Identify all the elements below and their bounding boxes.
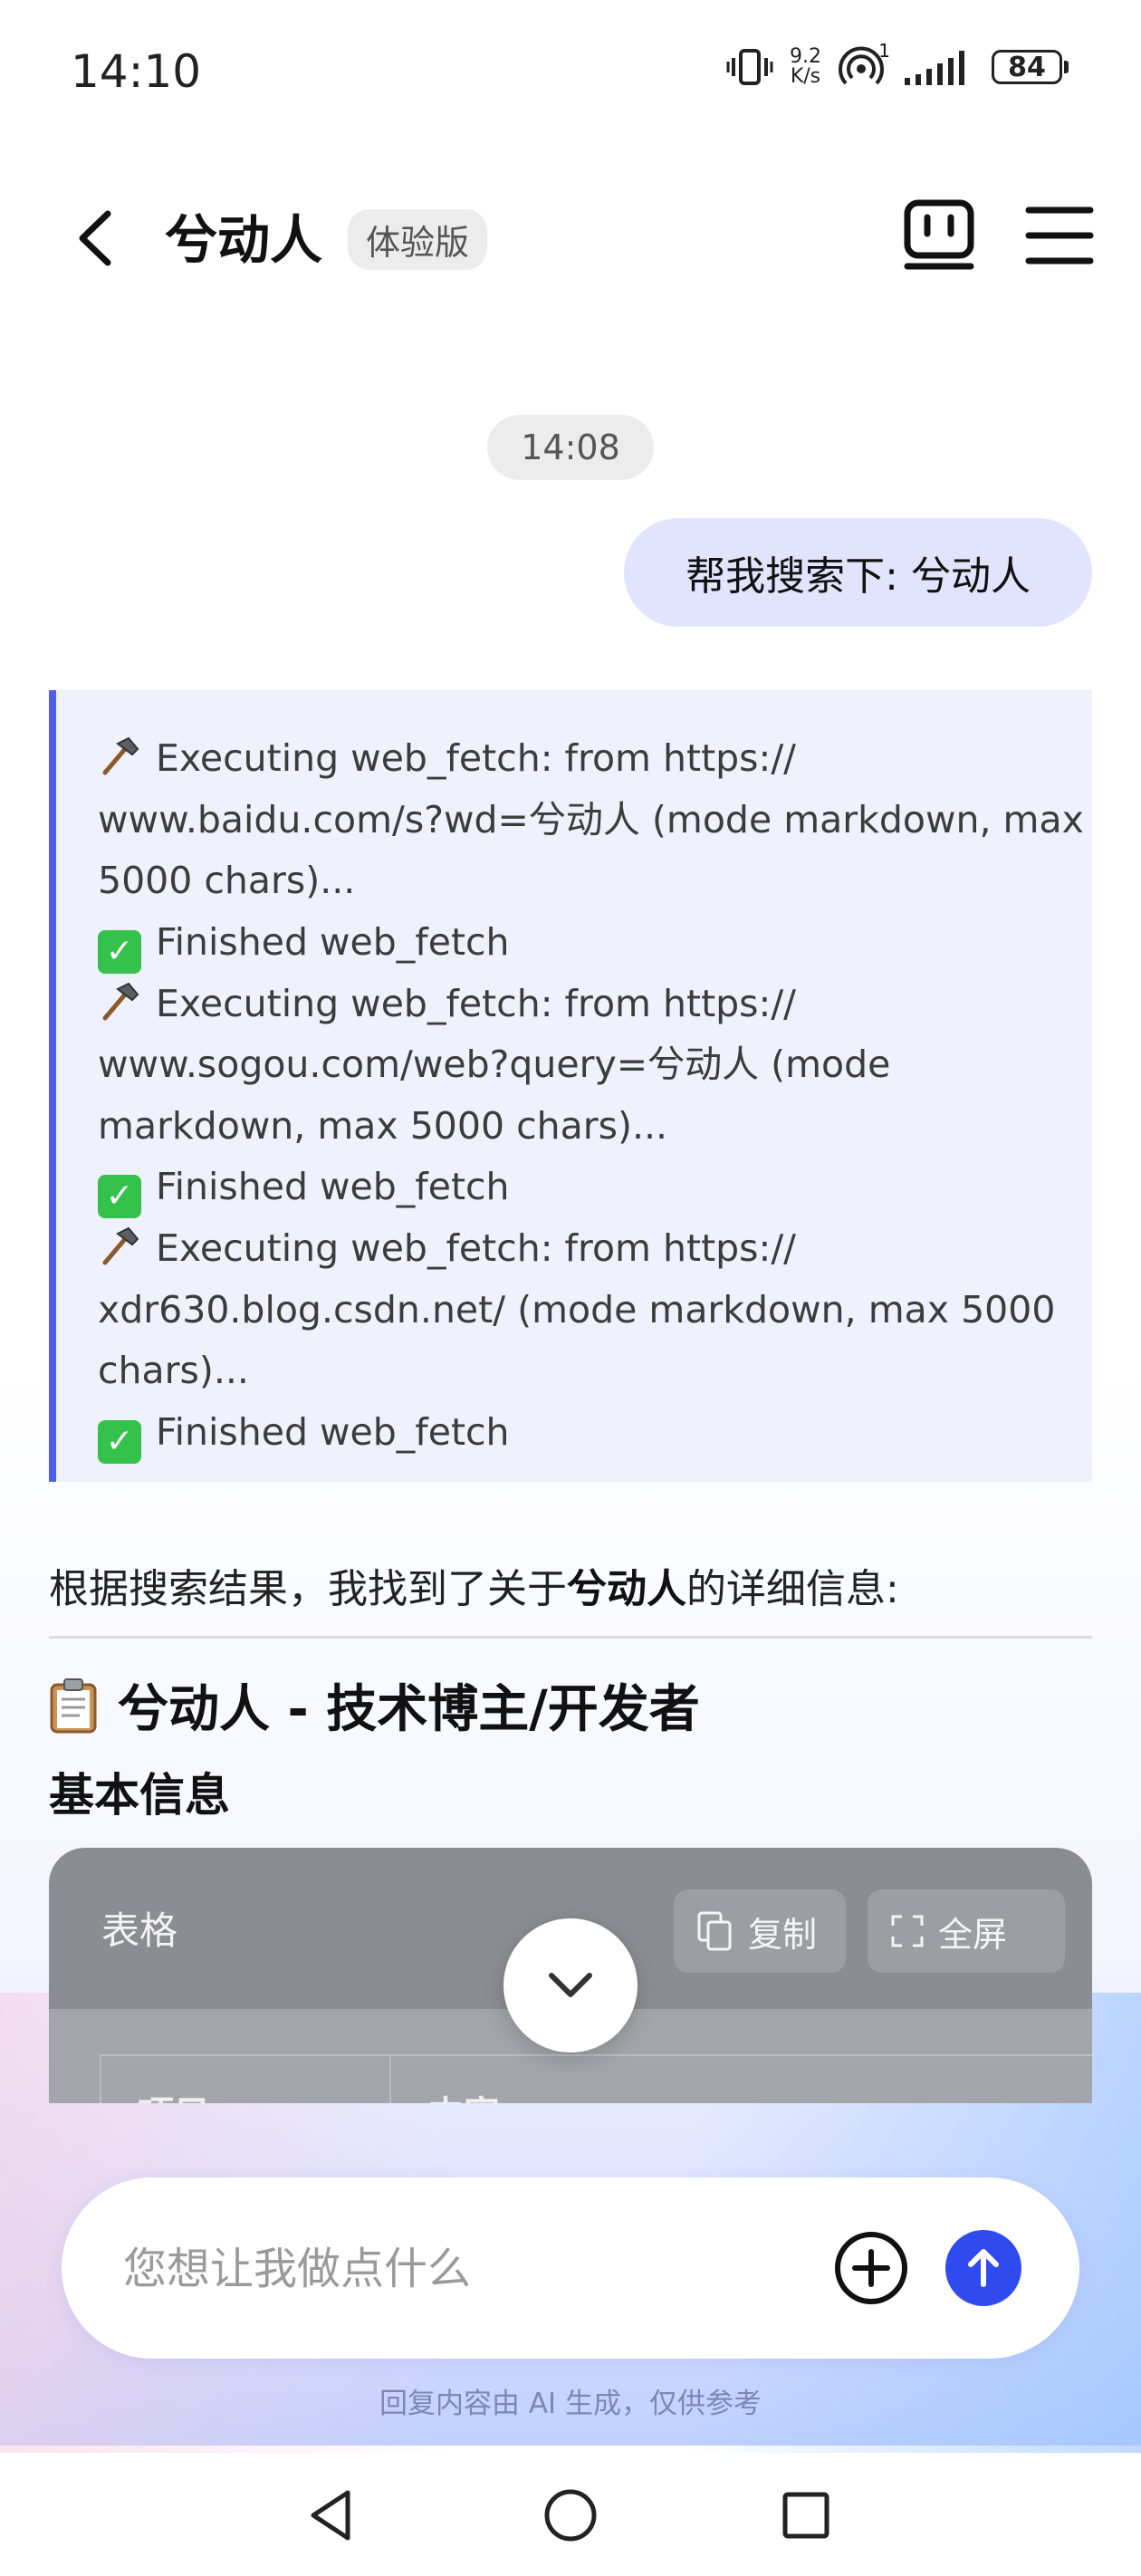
tool-log-line: ✓ Finished web_fetch <box>98 1402 1056 1464</box>
plus-circle-icon <box>835 2232 907 2304</box>
signal-icon <box>905 51 964 85</box>
table-header-cell: 项目 <box>138 2085 210 2103</box>
section-title: 兮动人 - 技术博主/开发者 <box>49 1668 700 1742</box>
tool-log-text: xdr630.blog.csdn.net/ (mode markdown, ma… <box>98 1287 1056 1331</box>
nav-recents-button[interactable] <box>774 2484 838 2547</box>
check-icon: ✓ <box>98 1175 141 1218</box>
tool-log-text: Finished web_fetch <box>156 1409 510 1454</box>
clipboard-icon <box>50 1677 97 1733</box>
tool-log-line: xdr630.blog.csdn.net/ (mode markdown, ma… <box>98 1280 1056 1341</box>
tool-log-text: Executing web_fetch: from https:// <box>156 736 796 780</box>
table-header-cell: 内容 <box>427 2085 500 2103</box>
tool-log-text: Executing web_fetch: from https:// <box>156 981 796 1025</box>
ai-disclaimer: 回复内容由 AI 生成，仅供参考 <box>379 2388 762 2420</box>
table-label: 表格 <box>101 1908 178 1953</box>
copy-button[interactable]: 复制 <box>674 1889 846 1973</box>
chevron-left-icon <box>79 210 111 266</box>
arrow-up-icon <box>968 2249 999 2287</box>
hammer-icon <box>102 736 139 775</box>
table-header-row: 项目 内容 <box>100 2054 1092 2103</box>
hammer-icon <box>102 1226 139 1265</box>
tool-log-text: 5000 chars)... <box>98 859 356 902</box>
status-icons: 9.2 K/s 1 84 <box>726 40 1069 91</box>
network-speed-value: 9.2 <box>790 45 821 68</box>
result-intro-name: 兮动人 <box>567 1566 686 1612</box>
message-timestamp: 14:08 <box>487 415 654 480</box>
copy-label: 复制 <box>748 1914 818 1955</box>
tool-log-line: chars)... <box>98 1341 1056 1402</box>
result-intro: 根据搜索结果，我找到了关于兮动人的详细信息: <box>49 1556 899 1614</box>
add-attachment-button[interactable] <box>833 2230 909 2306</box>
message-composer <box>62 2177 1079 2360</box>
fullscreen-button[interactable]: 全屏 <box>868 1889 1065 1973</box>
user-message-bubble[interactable]: 帮我搜索下: 兮动人 <box>624 518 1092 627</box>
robot-icon <box>904 199 974 270</box>
assistant-button[interactable] <box>902 197 978 274</box>
check-icon: ✓ <box>98 929 141 974</box>
nav-back-button[interactable] <box>301 2484 364 2547</box>
menu-button[interactable] <box>1025 201 1094 270</box>
fullscreen-icon <box>891 1915 924 1947</box>
tool-log-text: Finished web_fetch <box>156 1165 510 1208</box>
hammer-icon <box>102 982 139 1020</box>
menu-icon <box>1025 207 1094 264</box>
tool-log-text: Executing web_fetch: from https:// <box>156 1226 796 1270</box>
status-time: 14:10 <box>71 45 202 98</box>
copy-icon <box>697 1911 732 1951</box>
result-intro-text: 根据搜索结果，我找到了关于 <box>49 1566 567 1612</box>
version-badge: 体验版 <box>348 209 488 270</box>
subheading: 基本信息 <box>49 1769 230 1821</box>
tool-log-line: Executing web_fetch: from https:// <box>98 974 1056 1035</box>
system-nav-bar <box>0 2453 1141 2576</box>
back-button[interactable] <box>63 197 127 279</box>
hotspot-count: 1 <box>878 40 890 62</box>
battery-level: 84 <box>992 50 1062 84</box>
tool-log-line: ✓ Finished web_fetch <box>98 912 1056 974</box>
table-column-separator <box>389 2056 391 2103</box>
divider <box>49 1636 1092 1639</box>
tool-log-text: Finished web_fetch <box>156 919 510 964</box>
hotspot-indicator: 1 <box>838 40 890 91</box>
tool-log-line: Executing web_fetch: from https:// <box>98 1218 1056 1280</box>
tool-execution-log: Executing web_fetch: from https:// www.ba… <box>49 690 1092 1482</box>
fullscreen-label: 全屏 <box>938 1914 1008 1955</box>
tool-log-line: ✓ Finished web_fetch <box>98 1157 1056 1218</box>
tool-log-text: www.sogou.com/web?query=兮动人 (mode <box>98 1043 891 1086</box>
scroll-down-button[interactable] <box>503 1918 638 2052</box>
battery-tip <box>1064 61 1069 73</box>
network-speed: 9.2 K/s <box>790 47 821 87</box>
tool-log-line: www.baidu.com/s?wd=兮动人 (mode markdown, m… <box>98 790 1084 851</box>
chevron-down-icon <box>549 1973 592 1997</box>
vibrate-icon <box>726 49 773 85</box>
square-recents-icon <box>782 2492 829 2539</box>
tool-log-line: 5000 chars)... <box>98 851 1056 912</box>
status-bar: 14:10 9.2 K/s 1 84 <box>0 0 1141 145</box>
tool-log-line: markdown, max 5000 chars)... <box>98 1096 1056 1158</box>
app-header: 兮动人 体验版 <box>0 163 1141 308</box>
tool-log-text: markdown, max 5000 chars)... <box>98 1103 668 1148</box>
battery-indicator: 84 <box>992 50 1069 84</box>
nav-home-button[interactable] <box>539 2484 602 2547</box>
check-icon: ✓ <box>98 1419 141 1464</box>
section-title-text: 兮动人 - 技术博主/开发者 <box>118 1680 700 1739</box>
network-speed-unit: K/s <box>790 65 821 88</box>
tool-log-line: Executing web_fetch: from https:// <box>98 728 1056 790</box>
result-intro-suffix: 的详细信息: <box>686 1566 899 1612</box>
tool-log-line: www.sogou.com/web?query=兮动人 (mode <box>98 1034 1056 1096</box>
circle-home-icon <box>544 2489 597 2542</box>
page-title: 兮动人 <box>165 209 323 271</box>
message-input[interactable] <box>121 2177 777 2360</box>
tool-log-text: chars)... <box>98 1349 249 1392</box>
tool-log-text: www.baidu.com/s?wd=兮动人 (mode markdown, m… <box>98 797 1084 841</box>
triangle-back-icon <box>311 2490 350 2541</box>
send-button[interactable] <box>945 2230 1021 2306</box>
